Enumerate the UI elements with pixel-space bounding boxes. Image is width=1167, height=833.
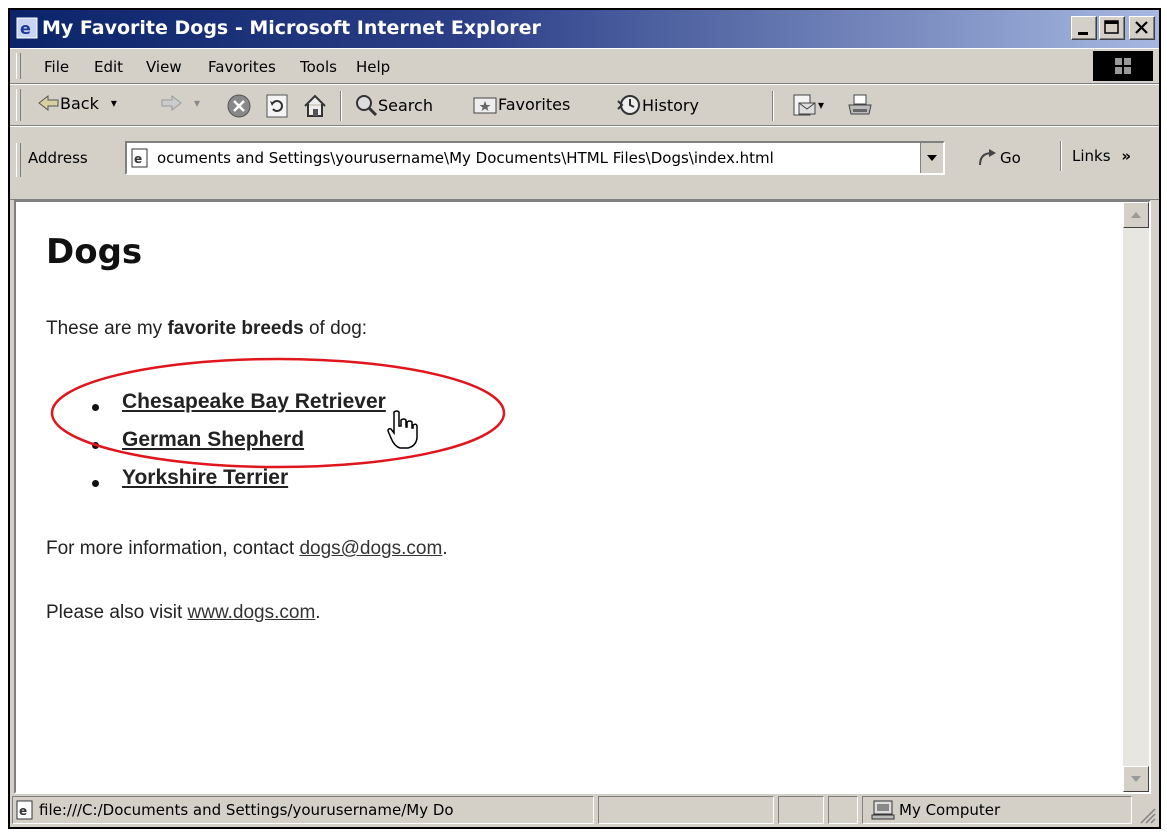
go-label: Go [1000, 149, 1021, 167]
close-icon [1135, 21, 1148, 34]
address-bar-grip[interactable] [16, 143, 21, 177]
menu-file[interactable]: File [44, 58, 69, 76]
windows-flag-icon [1115, 58, 1131, 74]
search-icon [356, 95, 378, 117]
hand-cursor-icon [387, 410, 418, 449]
search-label: Search [378, 95, 433, 115]
scroll-up-icon [1131, 212, 1141, 218]
back-button[interactable]: Back ▾ [36, 93, 117, 113]
title-bar[interactable]: e My Favorite Dogs - Microsoft Internet … [10, 10, 1159, 48]
minimize-icon [1078, 32, 1088, 35]
minimize-button[interactable] [1071, 16, 1097, 40]
ie-page-icon: e [16, 17, 38, 39]
print-button[interactable] [846, 93, 874, 117]
standard-toolbar: Back ▾ ▾ Search Favorites History ▾ [10, 84, 1159, 126]
chevron-down-icon [927, 155, 937, 161]
toolbar-grip[interactable] [16, 89, 21, 121]
scroll-down-button[interactable] [1123, 766, 1149, 792]
status-bar: e file:///C:/Documents and Settings/your… [10, 793, 1159, 827]
forward-dropdown-icon[interactable]: ▾ [194, 96, 200, 110]
status-panel [778, 796, 824, 824]
windows-logo [1093, 51, 1153, 81]
favorites-label: Favorites [498, 94, 571, 114]
status-url: file:///C:/Documents and Settings/yourus… [39, 801, 454, 819]
page-icon: e [16, 800, 33, 820]
address-bar: Address e ocuments and Settings\youruser… [10, 126, 1159, 200]
address-input[interactable]: e ocuments and Settings\yourusername\My … [125, 141, 945, 175]
menu-bar: File Edit View Favorites Tools Help [10, 48, 1159, 84]
annotation-overlay [50, 357, 506, 469]
vertical-scrollbar[interactable] [1123, 202, 1149, 792]
svg-text:e: e [19, 804, 27, 818]
favorites-button[interactable]: Favorites [472, 93, 570, 115]
mail-button[interactable]: ▾ [790, 93, 824, 117]
toolbar-separator [340, 91, 342, 121]
address-dropdown-button[interactable] [920, 143, 943, 173]
history-button[interactable]: History [616, 93, 699, 117]
svg-text:e: e [134, 152, 142, 166]
links-button[interactable]: Links » [1072, 147, 1131, 165]
history-label: History [642, 95, 699, 115]
menu-view[interactable]: View [146, 58, 182, 76]
refresh-icon [266, 94, 288, 118]
highlight-ellipse [50, 357, 506, 469]
status-zone-panel: My Computer [862, 796, 1132, 824]
menu-bar-grip[interactable] [16, 53, 21, 79]
page-content: Dogs These are my favorite breeds of dog… [14, 200, 1151, 794]
history-icon [617, 95, 640, 115]
svg-text:e: e [20, 19, 31, 38]
favorites-folder-icon [473, 97, 497, 114]
status-panel [828, 796, 858, 824]
maximize-icon [1104, 20, 1119, 34]
back-arrow-icon [38, 94, 59, 112]
toolbar-separator [1060, 141, 1062, 171]
mail-dropdown-icon[interactable]: ▾ [818, 98, 824, 112]
go-arrow-icon [979, 149, 996, 166]
address-value: ocuments and Settings\yourusername\My Do… [157, 149, 774, 167]
back-label: Back [60, 93, 99, 113]
back-dropdown-icon[interactable]: ▾ [111, 96, 117, 110]
links-label: Links [1072, 147, 1111, 165]
my-computer-icon [871, 800, 895, 820]
address-label: Address [28, 149, 88, 167]
print-icon [848, 94, 872, 115]
page-icon: e [131, 148, 148, 168]
home-button[interactable] [302, 93, 328, 119]
chevron-right-icon: » [1121, 147, 1132, 165]
home-icon [304, 94, 326, 117]
menu-favorites[interactable]: Favorites [208, 58, 276, 76]
menu-tools[interactable]: Tools [300, 58, 337, 76]
go-button[interactable]: Go [976, 147, 1021, 169]
stop-button[interactable] [226, 93, 252, 119]
toolbar-separator [772, 91, 774, 121]
resize-grip-icon[interactable] [1135, 803, 1157, 825]
search-button[interactable]: Search [354, 93, 433, 117]
mail-icon [793, 94, 816, 116]
maximize-button[interactable] [1099, 16, 1125, 40]
forward-arrow-icon [161, 94, 182, 112]
close-button[interactable] [1129, 16, 1155, 40]
stop-icon [227, 94, 251, 118]
status-progress-panel [598, 796, 774, 824]
forward-button[interactable]: ▾ [160, 93, 200, 113]
scroll-down-icon [1131, 776, 1141, 782]
zone-label: My Computer [899, 801, 1001, 819]
window-title: My Favorite Dogs - Microsoft Internet Ex… [42, 17, 541, 39]
menu-edit[interactable]: Edit [94, 58, 123, 76]
menu-help[interactable]: Help [356, 58, 390, 76]
refresh-button[interactable] [264, 93, 290, 119]
scroll-up-button[interactable] [1123, 202, 1149, 228]
status-url-panel: e file:///C:/Documents and Settings/your… [12, 796, 594, 824]
browser-window: e My Favorite Dogs - Microsoft Internet … [8, 8, 1161, 829]
